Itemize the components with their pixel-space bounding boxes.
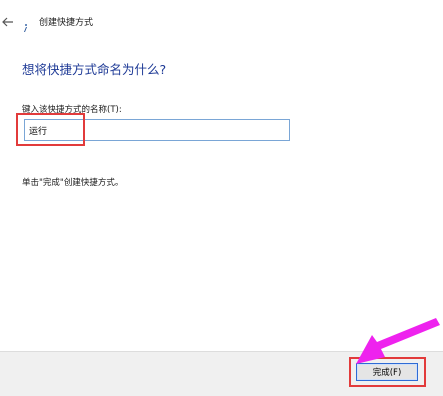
shortcut-wizard-icon [21,18,31,32]
back-arrow-icon[interactable] [1,14,15,28]
create-shortcut-wizard: 创建快捷方式 想将快捷方式命名为什么? 键入该快捷方式的名称(T): 单击"完成… [0,0,443,396]
shortcut-name-label: 键入该快捷方式的名称(T): [22,105,122,115]
page-heading: 想将快捷方式命名为什么? [22,62,167,77]
title-bar: 创建快捷方式 [0,0,443,44]
shortcut-name-input[interactable] [24,119,290,141]
instruction-text: 单击"完成"创建快捷方式。 [22,178,124,188]
window-title: 创建快捷方式 [39,18,94,28]
finish-button[interactable]: 完成(F) [356,363,418,381]
